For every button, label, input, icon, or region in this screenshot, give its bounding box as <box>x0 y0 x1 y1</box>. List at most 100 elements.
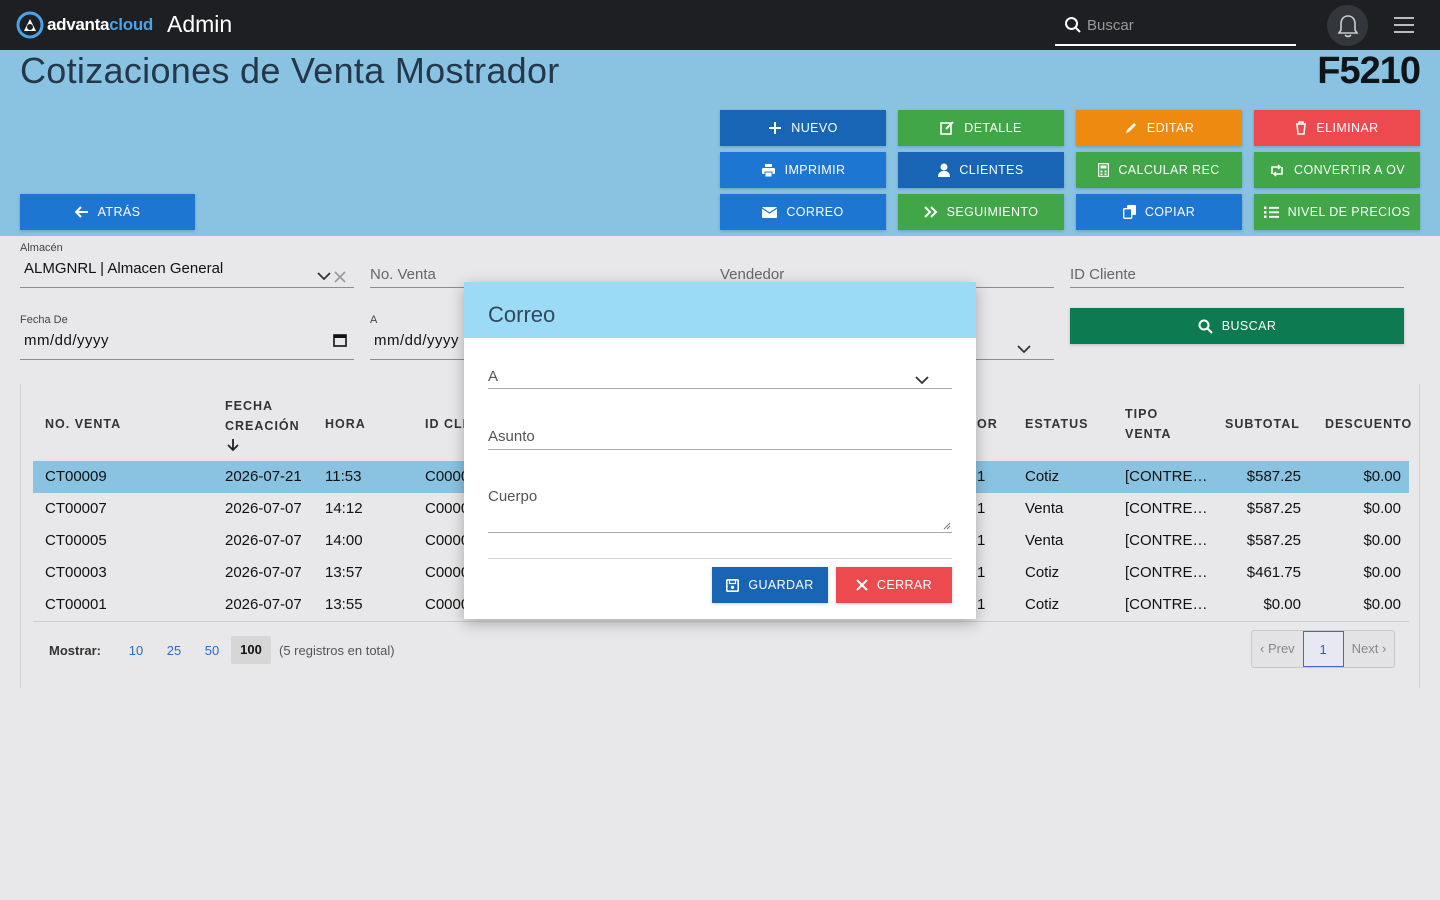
fecha-de-value: mm/dd/yyyy <box>24 332 110 349</box>
col-no-venta[interactable]: NO. VENTA <box>45 414 121 434</box>
retweet-icon <box>1271 163 1283 177</box>
page-size-100[interactable]: 100 <box>231 636 272 664</box>
cell-tipo-venta: [CONTRE… <box>1125 564 1208 581</box>
prev-page-button[interactable]: ‹ Prev <box>1252 631 1303 667</box>
page-size-25[interactable]: 25 <box>155 643 193 658</box>
next-page-button[interactable]: Next › <box>1344 631 1395 667</box>
cell-estatus: Cotiz <box>1025 468 1060 485</box>
cell-descuento: $0.00 <box>1363 532 1401 549</box>
close-icon <box>856 579 868 591</box>
subject-input[interactable]: Asunto <box>488 422 952 450</box>
cell-estatus: Venta <box>1025 500 1064 517</box>
col-tipo-venta[interactable]: TIPO VENTA <box>1125 404 1171 444</box>
chevron-down-icon <box>1017 345 1031 354</box>
calendar-icon[interactable] <box>333 333 347 347</box>
cell-hora: 11:53 <box>325 468 362 485</box>
cell-vendedor: 1 <box>977 596 986 613</box>
cell-estatus: Cotiz <box>1025 596 1060 613</box>
table-divider <box>33 621 1409 622</box>
imprimir-button[interactable]: IMPRIMIR <box>720 152 886 188</box>
correo-button[interactable]: CORREO <box>720 194 886 230</box>
page-size-10[interactable]: 10 <box>117 643 155 658</box>
cell-subtotal: $587.25 <box>1246 468 1301 485</box>
calculator-icon <box>1098 163 1110 177</box>
col-subtotal[interactable]: SUBTOTAL <box>1225 414 1300 434</box>
nivel-precios-button[interactable]: NIVEL DE PRECIOS <box>1254 194 1420 230</box>
calcular-rec-button[interactable]: CALCULAR REC <box>1076 152 1242 188</box>
notifications-button[interactable] <box>1327 5 1368 46</box>
atras-button[interactable]: ATRÁS <box>20 194 195 230</box>
page-title: Cotizaciones de Venta Mostrador <box>20 50 560 91</box>
search-input[interactable] <box>1087 14 1287 36</box>
convertir-ov-button[interactable]: CONVERTIR A OV <box>1254 152 1420 188</box>
cell-fecha: 2026-07-07 <box>225 596 302 613</box>
editar-button[interactable]: EDITAR <box>1076 110 1242 146</box>
modal-title: Correo <box>464 282 976 338</box>
cell-no-venta: CT00007 <box>45 500 107 517</box>
logo-icon <box>16 11 44 39</box>
nuevo-button[interactable]: NUEVO <box>720 110 886 146</box>
col-id-cliente[interactable]: ID CLI <box>425 414 467 434</box>
search-icon <box>1065 17 1081 33</box>
to-select[interactable]: A <box>488 360 952 389</box>
cell-descuento: $0.00 <box>1363 468 1401 485</box>
cell-hora: 13:57 <box>325 564 363 581</box>
col-hora[interactable]: HORA <box>325 414 366 434</box>
cell-id-cliente: C0000 <box>425 564 470 581</box>
seguimiento-button[interactable]: SEGUIMIENTO <box>898 194 1064 230</box>
page-size-50[interactable]: 50 <box>193 643 231 658</box>
trash-icon <box>1296 121 1307 135</box>
col-estatus[interactable]: ESTATUS <box>1025 414 1088 434</box>
cell-id-cliente: C0000 <box>425 468 470 485</box>
chevron-down-icon[interactable] <box>317 272 331 281</box>
cell-subtotal: $587.25 <box>1246 500 1301 517</box>
clientes-button[interactable]: CLIENTES <box>898 152 1064 188</box>
brand-logo[interactable]: advantacloud <box>16 11 153 39</box>
almacen-value: ALMGNRL | Almacen General <box>24 260 224 277</box>
arrow-left-icon <box>74 206 88 218</box>
resize-handle-icon[interactable] <box>943 522 951 530</box>
cell-hora: 14:12 <box>325 500 363 517</box>
guardar-button[interactable]: GUARDAR <box>712 567 828 603</box>
body-textarea[interactable]: Cuerpo <box>488 482 952 533</box>
cell-id-cliente: C0000 <box>425 596 470 613</box>
page-1-button[interactable]: 1 <box>1302 631 1344 667</box>
detalle-button[interactable]: DETALLE <box>898 110 1064 146</box>
cell-descuento: $0.00 <box>1363 500 1401 517</box>
global-search <box>1055 8 1296 46</box>
top-bar: advantacloud Admin <box>0 0 1440 50</box>
hamburger-menu-icon[interactable] <box>1394 17 1414 33</box>
cell-fecha: 2026-07-21 <box>225 468 302 485</box>
cell-fecha: 2026-07-07 <box>225 532 302 549</box>
buscar-button[interactable]: BUSCAR <box>1070 308 1404 344</box>
pencil-icon <box>1125 123 1136 133</box>
col-vendedor[interactable]: OR <box>977 414 998 434</box>
plus-icon <box>769 122 782 134</box>
cell-hora: 13:55 <box>325 596 363 613</box>
fecha-de-input[interactable]: Fecha De mm/dd/yyyy <box>20 314 354 360</box>
pagination: ‹ Prev 1 Next › <box>1251 630 1396 668</box>
col-fecha-creacion[interactable]: FECHA CREACIÓN <box>225 396 300 458</box>
cell-descuento: $0.00 <box>1363 596 1401 613</box>
cell-no-venta: CT00005 <box>45 532 107 549</box>
cerrar-button[interactable]: CERRAR <box>836 567 952 603</box>
id-cliente-input[interactable]: ID Cliente <box>1070 242 1404 288</box>
copiar-button[interactable]: COPIAR <box>1076 194 1242 230</box>
almacen-select[interactable]: Almacén ALMGNRL | Almacen General <box>20 242 354 288</box>
cell-subtotal: $0.00 <box>1263 596 1301 613</box>
id-cliente-placeholder: ID Cliente <box>1070 266 1136 283</box>
sort-down-icon <box>227 439 239 452</box>
cell-no-venta: CT00009 <box>45 468 107 485</box>
cell-fecha: 2026-07-07 <box>225 564 302 581</box>
fecha-de-label: Fecha De <box>20 314 68 326</box>
eliminar-button[interactable]: ELIMINAR <box>1254 110 1420 146</box>
cell-tipo-venta: [CONTRE… <box>1125 532 1208 549</box>
cell-vendedor: 1 <box>977 564 986 581</box>
cell-tipo-venta: [CONTRE… <box>1125 596 1208 613</box>
body-placeholder: Cuerpo <box>488 488 538 505</box>
cell-id-cliente: C0000 <box>425 532 470 549</box>
clear-icon[interactable] <box>334 271 346 283</box>
col-descuento[interactable]: DESCUENTO <box>1325 414 1412 434</box>
user-icon <box>938 163 951 177</box>
copy-icon <box>1122 205 1136 219</box>
